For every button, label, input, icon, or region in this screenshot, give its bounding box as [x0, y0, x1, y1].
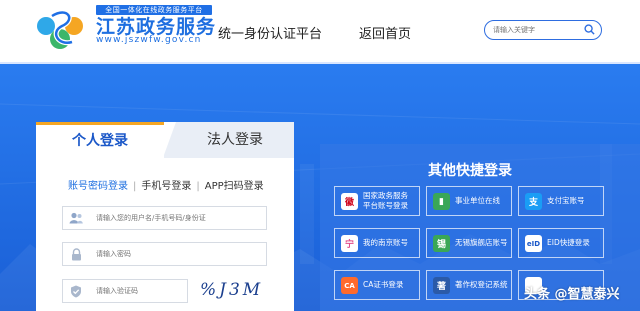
quick-my-nanjing-button[interactable]: 宁 我的南京账号 [334, 228, 420, 258]
captcha-field [62, 279, 256, 303]
method-account-password[interactable]: 账号密码登录 [68, 181, 128, 192]
ca-certificate-icon: CA [341, 277, 358, 294]
quick-national-platform-label-line1: 国家政务服务 [363, 191, 408, 200]
method-phone[interactable]: 手机号登录 [141, 181, 191, 192]
username-field [62, 206, 267, 230]
tab-legal-label: 法人登录 [207, 132, 263, 148]
quick-ca-certificate-label: CA证书登录 [363, 280, 404, 289]
quick-alipay-label: 支付宝账号 [547, 196, 585, 205]
quick-ca-certificate-button[interactable]: CA CA证书登录 [334, 270, 420, 300]
method-app-scan[interactable]: APP扫码登录 [205, 181, 264, 192]
nav-identity-platform[interactable]: 统一身份认证平台 [218, 23, 322, 42]
copyright-icon: 著 [433, 277, 450, 294]
password-input[interactable] [96, 247, 256, 261]
quick-wuxi-button[interactable]: 锡 无锡旗舰店账号 [426, 228, 512, 258]
my-nanjing-icon: 宁 [341, 235, 358, 252]
nav-home[interactable]: 返回首页 [359, 23, 411, 42]
divider: | [133, 181, 137, 192]
eid-icon: eID [525, 235, 542, 252]
shield-icon [63, 280, 89, 302]
divider: | [196, 181, 200, 192]
brand-url: www.jszwfw.gov.cn [96, 35, 202, 45]
site-logo-icon[interactable] [34, 6, 88, 54]
watermark: 头条 @智慧泰兴 [524, 287, 620, 302]
search-input[interactable] [493, 23, 583, 37]
quick-wuxi-label: 无锡旗舰店账号 [455, 238, 508, 247]
tab-personal-login[interactable]: 个人登录 [36, 122, 164, 158]
tab-personal-label: 个人登录 [72, 133, 128, 149]
quick-alipay-button[interactable]: 支 支付宝账号 [518, 186, 604, 216]
wuxi-icon: 锡 [433, 235, 450, 252]
quick-national-platform-label-line2: 平台账号登录 [363, 201, 408, 210]
national-emblem-icon: 徽 [341, 193, 358, 210]
captcha-image[interactable]: %J3M [200, 280, 272, 306]
login-method-switcher: 账号密码登录 | 手机号登录 | APP扫码登录 [68, 177, 264, 192]
quick-institution-label: 事业单位在线 [455, 196, 500, 205]
site-header: 全国一体化在线政务服务平台 江苏政务服务 www.jszwfw.gov.cn 统… [0, 0, 640, 64]
login-panel: 法人登录 个人登录 账号密码登录 | 手机号登录 | APP扫码登录 请输入您的… [36, 122, 294, 311]
lock-icon [63, 243, 89, 265]
quick-my-nanjing-label: 我的南京账号 [363, 238, 408, 247]
search-box [484, 20, 602, 40]
password-field [62, 242, 267, 266]
quick-login-title: 其他快捷登录 [428, 163, 512, 179]
quick-national-platform-button[interactable]: 徽 国家政务服务 平台账号登录 [334, 186, 420, 216]
search-icon[interactable] [584, 24, 595, 35]
tab-legal-login[interactable]: 法人登录 [164, 122, 294, 158]
quick-eid-button[interactable]: eID EID快捷登录 [518, 228, 604, 258]
username-input[interactable] [96, 211, 256, 225]
user-icon [63, 207, 89, 229]
quick-copyright-button[interactable]: 著 著作权登记系统 [426, 270, 512, 300]
quick-copyright-label: 著作权登记系统 [455, 280, 508, 289]
alipay-icon: 支 [525, 193, 542, 210]
quick-national-platform-label: 国家政务服务 平台账号登录 [363, 187, 408, 215]
quick-institution-button[interactable]: ▮ 事业单位在线 [426, 186, 512, 216]
quick-eid-label: EID快捷登录 [547, 238, 590, 247]
institution-icon: ▮ [433, 193, 450, 210]
